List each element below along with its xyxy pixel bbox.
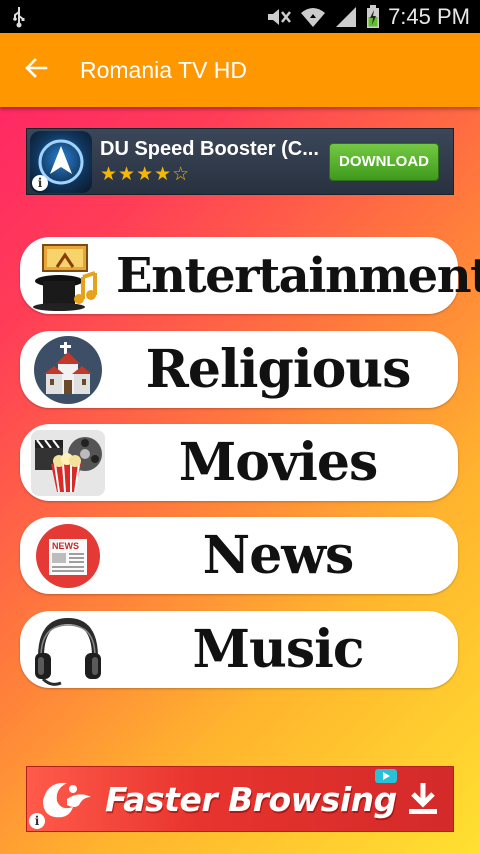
info-icon[interactable]: i [29, 813, 45, 829]
category-movies-button[interactable]: Movies [20, 424, 458, 501]
entertainment-hat-icon [20, 237, 116, 314]
du-speed-booster-logo: i [30, 130, 92, 193]
ad-banner-bottom[interactable]: Faster Browsing i [26, 766, 454, 832]
headphones-icon [20, 611, 116, 688]
category-music-button[interactable]: Music [20, 611, 458, 688]
app-bar: Romania TV HD [0, 33, 480, 107]
download-button[interactable]: DOWNLOAD [329, 142, 439, 181]
usb-icon [12, 6, 26, 28]
info-icon[interactable]: i [32, 174, 48, 191]
category-news-button[interactable]: NEWS News [20, 517, 458, 594]
category-religious-button[interactable]: Religious [20, 331, 458, 408]
category-label: Movies [178, 432, 379, 493]
page-title: Romania TV HD [80, 56, 248, 83]
arrow-back-icon [24, 56, 48, 85]
movie-film-icon [20, 424, 116, 501]
wifi-icon [300, 6, 326, 28]
download-arrow-icon [405, 781, 441, 822]
category-label: News [202, 525, 355, 586]
svg-text:NEWS: NEWS [52, 541, 79, 551]
signal-icon [334, 6, 358, 28]
mute-icon [266, 7, 292, 27]
rating-stars: ★★★★☆ [100, 163, 191, 185]
status-bar: 7:45 PM [0, 0, 480, 33]
ad-banner-top[interactable]: i DU Speed Booster (C... ★★★★☆ DOWNLOAD [26, 128, 454, 195]
category-entertainment-button[interactable]: Entertainment [20, 237, 480, 314]
play-icon [375, 769, 397, 788]
category-label: Entertainment [116, 247, 480, 304]
back-button[interactable] [0, 33, 72, 107]
ad-headline: Faster Browsing [105, 779, 397, 819]
church-icon [20, 331, 116, 408]
clock: 7:45 PM [388, 3, 470, 29]
newspaper-icon: NEWS [20, 517, 116, 594]
battery-charging-icon [366, 4, 380, 29]
category-label: Religious [145, 339, 412, 400]
ad-title: DU Speed Booster (C... [100, 137, 319, 160]
category-label: Music [192, 619, 364, 680]
